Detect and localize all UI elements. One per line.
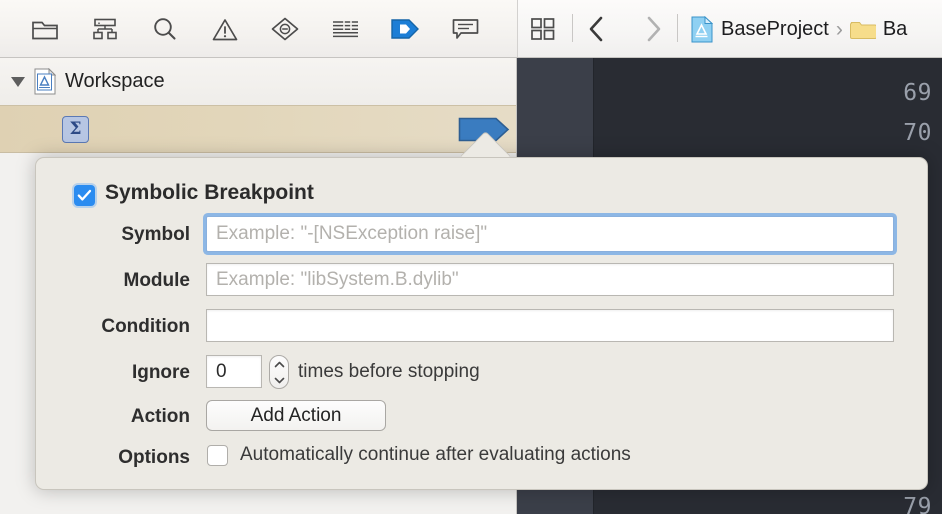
xcode-project-icon (691, 15, 714, 43)
symbol-input[interactable] (206, 216, 894, 252)
folder-icon[interactable] (30, 14, 60, 44)
breakpoint-enabled-checkbox[interactable] (74, 185, 95, 206)
nav-forward-button[interactable] (638, 14, 668, 44)
app-window: 69 70 79 Workspace Σ BaseProject › Ba Sy… (0, 0, 942, 514)
breakpoint-arrow-icon[interactable] (390, 14, 420, 44)
chevron-down-icon (274, 377, 284, 383)
popover-arrow (460, 132, 512, 158)
folder-yellow-icon (849, 19, 877, 40)
breadcrumb[interactable]: BaseProject › Ba (691, 13, 907, 45)
editor-jump-bar: BaseProject › Ba (517, 0, 942, 57)
test-diamond-icon[interactable] (270, 14, 300, 44)
search-icon[interactable] (150, 14, 180, 44)
auto-continue-label: Automatically continue after evaluating … (240, 444, 631, 465)
ignore-label: Ignore (131, 362, 190, 383)
toolbar-divider (572, 14, 573, 42)
toolbar-divider (677, 14, 678, 42)
condition-input[interactable] (206, 309, 894, 342)
auto-continue-checkbox[interactable] (207, 445, 228, 466)
navigator-selector-bar (0, 0, 517, 57)
gutter-line-number: 79 (903, 494, 932, 514)
workspace-document-icon (34, 67, 57, 95)
workspace-label: Workspace (65, 70, 165, 92)
module-input[interactable] (206, 263, 894, 296)
toolbar: BaseProject › Ba (0, 0, 942, 58)
warning-triangle-icon[interactable] (210, 14, 240, 44)
action-label: Action (130, 406, 190, 427)
symbolic-breakpoint-sigma-icon: Σ (62, 116, 89, 143)
navigator-row-workspace[interactable]: Workspace (0, 58, 516, 105)
nav-back-button[interactable] (582, 14, 612, 44)
report-bubble-icon[interactable] (450, 14, 480, 44)
popover-title: Symbolic Breakpoint (105, 181, 314, 204)
navigator-row-breakpoint[interactable]: Σ (0, 105, 516, 153)
gutter-line-number: 69 (903, 80, 932, 106)
checkmark-icon (77, 189, 92, 201)
hierarchy-icon[interactable] (90, 14, 120, 44)
breadcrumb-separator-icon: › (835, 17, 843, 41)
symbol-label: Symbol (121, 224, 190, 245)
breadcrumb-item-project[interactable]: BaseProject (721, 18, 829, 41)
ignore-count-stepper[interactable] (269, 355, 289, 389)
condition-label: Condition (101, 316, 190, 337)
chevron-up-icon (274, 361, 284, 367)
module-label: Module (123, 270, 191, 291)
ignore-count-input[interactable] (206, 355, 262, 388)
disclosure-triangle-icon[interactable] (8, 72, 28, 92)
options-label: Options (118, 447, 190, 468)
gutter-line-number: 70 (903, 120, 932, 146)
debug-list-icon[interactable] (330, 14, 360, 44)
add-action-button[interactable]: Add Action (206, 400, 386, 431)
grid-related-items-icon[interactable] (528, 14, 558, 44)
breadcrumb-item-folder[interactable]: Ba (883, 18, 907, 41)
ignore-suffix-text: times before stopping (298, 361, 480, 382)
